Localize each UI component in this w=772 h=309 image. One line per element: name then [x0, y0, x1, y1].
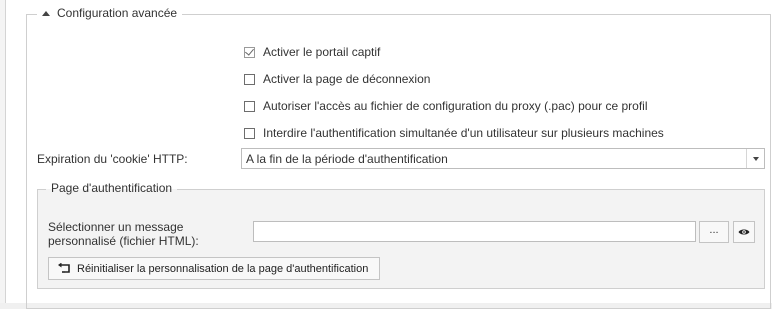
checkbox-captive-portal[interactable]: [244, 46, 255, 58]
reset-auth-page-label: Réinitialiser la personnalisation de la …: [77, 262, 369, 275]
option-label: Activer le portail captif: [263, 45, 381, 59]
advanced-config-title: Configuration avancée: [57, 6, 178, 20]
option-logout-page[interactable]: Activer la page de déconnexion: [244, 72, 430, 86]
checkbox-logout-page[interactable]: [244, 73, 255, 85]
option-label: Autoriser l'accès au fichier de configur…: [263, 99, 648, 113]
custom-message-file-input[interactable]: [253, 221, 696, 242]
cookie-expiration-value: A la fin de la période d'authentificatio…: [246, 152, 448, 166]
option-label: Interdire l'authentification simultanée …: [263, 126, 664, 140]
advanced-config-legend[interactable]: Configuration avancée: [37, 6, 183, 20]
cookie-expiration-select[interactable]: A la fin de la période d'authentificatio…: [241, 148, 765, 169]
triangle-up-icon[interactable]: [42, 10, 50, 16]
option-proxy-pac[interactable]: Autoriser l'accès au fichier de configur…: [244, 99, 647, 113]
checkbox-proxy-pac[interactable]: [244, 100, 255, 112]
option-captive-portal[interactable]: Activer le portail captif: [244, 45, 380, 59]
option-label: Activer la page de déconnexion: [263, 72, 431, 86]
custom-message-label: Sélectionner un message personnalisé (fi…: [48, 220, 199, 248]
preview-button[interactable]: [733, 221, 755, 243]
eye-icon: [738, 229, 750, 235]
browse-button[interactable]: ...: [699, 221, 729, 243]
auth-page-legend: Page d'authentification: [46, 181, 178, 195]
checkbox-simultaneous-auth[interactable]: [244, 127, 255, 139]
option-simultaneous-auth[interactable]: Interdire l'authentification simultanée …: [244, 126, 664, 140]
cookie-expiration-label: Expiration du 'cookie' HTTP:: [37, 152, 188, 166]
chevron-down-icon[interactable]: [746, 149, 764, 168]
reset-arrow-icon: [58, 263, 70, 273]
reset-auth-page-button[interactable]: Réinitialiser la personnalisation de la …: [48, 257, 380, 280]
